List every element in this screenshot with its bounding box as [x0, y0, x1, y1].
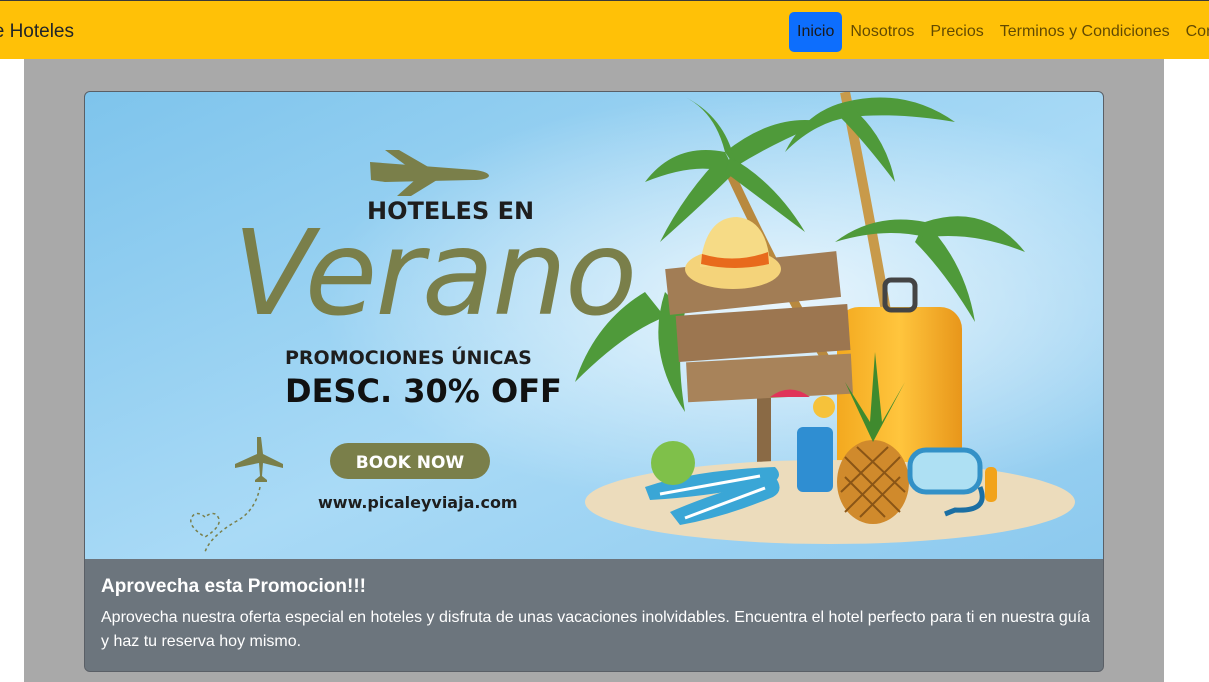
card-text: Aprovecha nuestra oferta especial en hot…	[101, 609, 1091, 650]
nav-links: Inicio Nosotros Precios Terminos y Condi…	[789, 12, 1209, 52]
banner-website: www.picaleyviaja.com	[318, 493, 518, 512]
card-title: Aprovecha esta Promocion!!!	[101, 576, 366, 597]
card-body: Aprovecha esta Promocion!!! Aprovecha nu…	[85, 559, 1103, 671]
banner-heading: HOTELES EN	[367, 197, 534, 225]
nav-link-contacto[interactable]: Con	[1178, 12, 1209, 52]
promo-card: Verano HOTELES EN PROMOCIONES ÚNICAS DES…	[84, 91, 1104, 672]
book-now-label: BOOK NOW	[356, 453, 465, 473]
navbar-brand[interactable]: e Hoteles	[0, 19, 90, 45]
navbar: e Hoteles Inicio Nosotros Precios Termin…	[0, 0, 1209, 59]
banner-promo-line: PROMOCIONES ÚNICAS	[285, 345, 532, 369]
banner-discount: DESC. 30% OFF	[285, 372, 562, 410]
nav-link-inicio[interactable]: Inicio	[789, 12, 843, 52]
nav-link-nosotros[interactable]: Nosotros	[842, 12, 922, 52]
nav-link-terminos[interactable]: Terminos y Condiciones	[992, 12, 1178, 52]
nav-link-precios[interactable]: Precios	[922, 12, 991, 52]
promo-banner-image: Verano HOTELES EN PROMOCIONES ÚNICAS DES…	[85, 92, 1103, 559]
